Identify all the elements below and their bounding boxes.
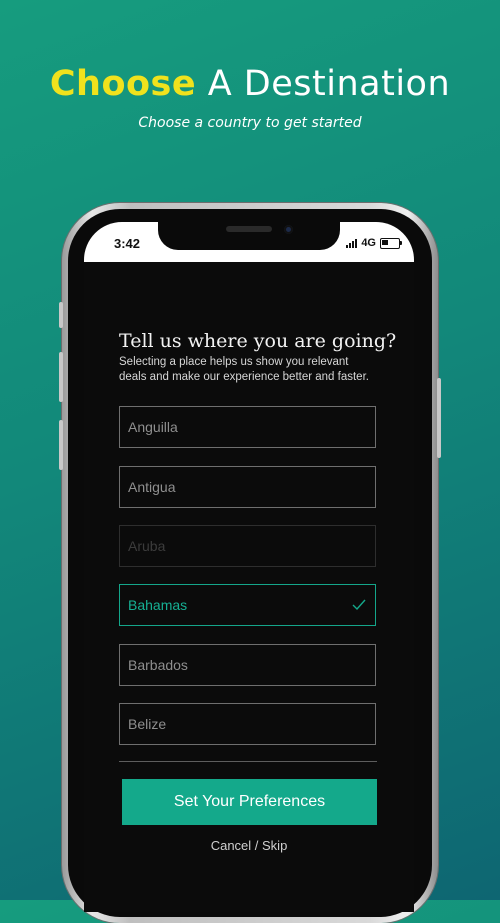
set-preferences-button[interactable]: Set Your Preferences	[122, 779, 377, 825]
hero-title: Choose A Destination	[0, 64, 500, 104]
option-label: Aruba	[128, 538, 166, 554]
country-option-bahamas[interactable]: Bahamas	[119, 584, 376, 626]
notch	[158, 222, 340, 250]
signal-icon	[346, 238, 358, 248]
cancel-skip-link[interactable]: Cancel / Skip	[84, 838, 414, 853]
phone-screen: 3:42 4G Tell us where you are going? Sel…	[84, 222, 414, 912]
option-label: Bahamas	[128, 597, 188, 613]
option-label: Antigua	[128, 479, 176, 495]
phone-side-button-power	[437, 378, 441, 458]
option-label: Barbados	[128, 657, 188, 673]
hero-title-highlight: Choose	[49, 64, 197, 104]
status-indicators: 4G	[346, 237, 402, 249]
speaker-grille	[226, 226, 272, 232]
phone-side-button-mute	[59, 302, 63, 328]
option-label: Belize	[128, 716, 167, 732]
question-description: Selecting a place helps us show you rele…	[119, 356, 369, 383]
country-option-barbados[interactable]: Barbados	[119, 644, 376, 686]
country-option-aruba[interactable]: Aruba	[119, 525, 376, 567]
battery-icon	[380, 237, 402, 249]
phone-side-button-volume-down	[59, 420, 63, 470]
country-option-anguilla[interactable]: Anguilla	[119, 406, 376, 448]
country-option-antigua[interactable]: Antigua	[119, 466, 376, 508]
status-time: 3:42	[114, 236, 141, 251]
phone-side-button-volume-up	[59, 352, 63, 402]
status-bar: 3:42 4G	[84, 222, 414, 262]
question-title: Tell us where you are going?	[119, 330, 397, 352]
preferences-content: Tell us where you are going? Selecting a…	[84, 262, 414, 912]
network-label: 4G	[361, 237, 376, 249]
hero-subtitle: Choose a country to get started	[138, 115, 362, 131]
country-option-belize[interactable]: Belize	[119, 703, 376, 745]
front-camera	[284, 225, 293, 234]
divider	[119, 761, 377, 762]
check-icon	[352, 599, 366, 611]
hero-title-rest: A Destination	[196, 64, 451, 104]
option-label: Anguilla	[128, 419, 178, 435]
